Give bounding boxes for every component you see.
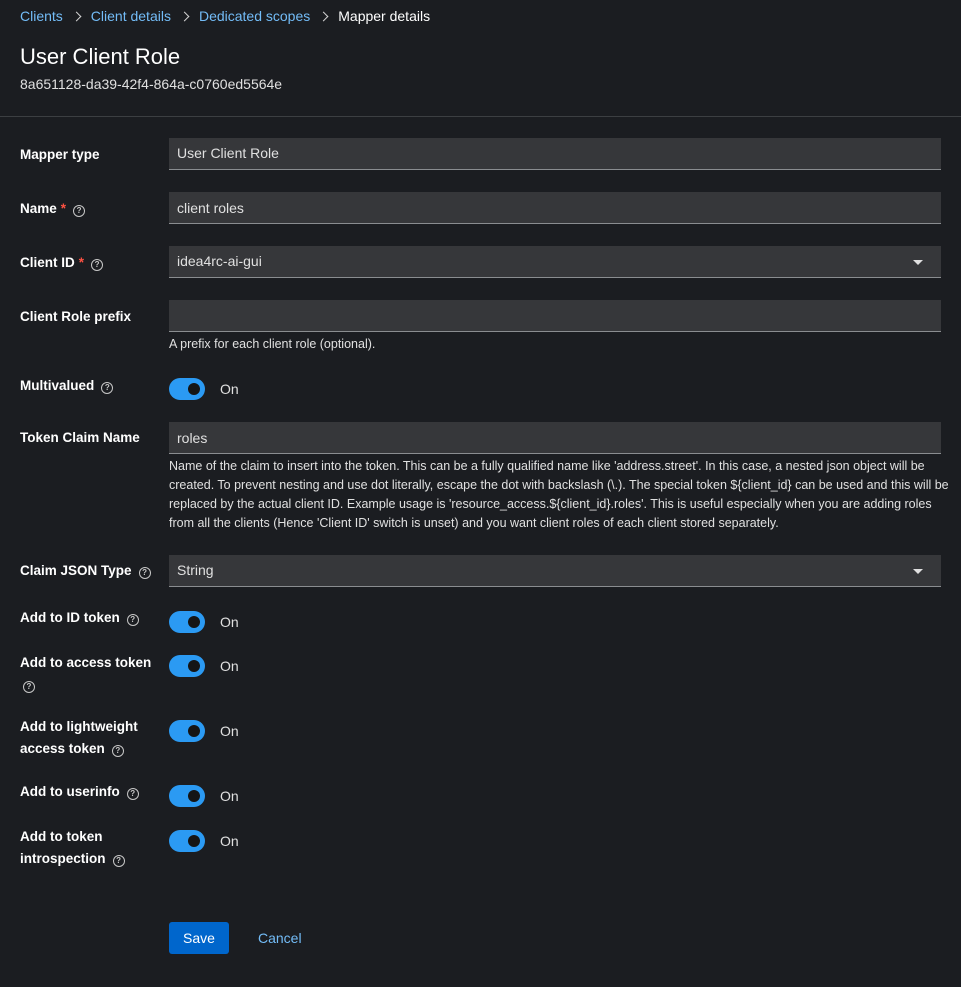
name-label-text: Name (20, 201, 57, 216)
multivalued-state: On (220, 381, 239, 397)
add-to-userinfo-state: On (220, 788, 239, 804)
breadcrumb: Clients Client details Dedicated scopes … (20, 7, 430, 25)
add-to-id-token-label: Add to ID token (20, 607, 139, 629)
multivalued-switch-group: On (169, 378, 239, 400)
add-to-token-introspection-label: Add to token introspection (20, 826, 125, 870)
add-to-lightweight-label-line2: access token (20, 741, 105, 756)
add-to-id-token-state: On (220, 614, 239, 630)
switch-knob (188, 660, 200, 672)
add-to-lightweight-label-line1: Add to lightweight (20, 719, 138, 734)
required-marker: * (78, 255, 85, 270)
switch-knob (188, 616, 200, 628)
client-id-value: idea4rc-ai-gui (177, 253, 262, 269)
mapper-type-label-text: Mapper type (20, 147, 100, 162)
add-to-lightweight-access-token-state: On (220, 723, 239, 739)
add-to-lightweight-access-token-switch[interactable] (169, 720, 205, 742)
page-subtitle-id: 8a651128-da39-42f4-864a-c0760ed5564e (20, 76, 283, 92)
client-role-prefix-label: Client Role prefix (20, 306, 131, 328)
add-to-access-token-switch[interactable] (169, 655, 205, 677)
cancel-button[interactable]: Cancel (258, 922, 302, 954)
breadcrumb-link-client-details[interactable]: Client details (91, 8, 171, 24)
switch-knob (188, 383, 200, 395)
switch-knob (188, 725, 200, 737)
mapper-type-value: User Client Role (177, 145, 279, 161)
help-icon[interactable] (138, 567, 151, 579)
token-claim-name-label-text: Token Claim Name (20, 430, 140, 445)
claim-json-type-label: Claim JSON Type (20, 560, 151, 582)
add-to-userinfo-switch[interactable] (169, 785, 205, 807)
help-icon[interactable] (91, 259, 104, 271)
add-to-token-introspection-switch[interactable] (169, 830, 205, 852)
help-icon[interactable] (73, 205, 86, 217)
client-role-prefix-helper: A prefix for each client role (optional)… (169, 337, 376, 351)
token-claim-name-helper: Name of the claim to insert into the tok… (169, 459, 949, 530)
claim-json-type-select[interactable]: String (169, 555, 941, 587)
claim-json-type-label-text: Claim JSON Type (20, 563, 132, 578)
chevron-right-icon (179, 11, 190, 21)
add-to-token-introspection-switch-group: On (169, 830, 239, 852)
chevron-right-icon (318, 11, 329, 21)
name-label: Name * (20, 198, 86, 220)
save-button[interactable]: Save (169, 922, 229, 954)
token-claim-name-label: Token Claim Name (20, 427, 140, 449)
help-icon[interactable] (126, 788, 139, 800)
add-to-token-introspection-state: On (220, 833, 239, 849)
chevron-right-icon (71, 11, 82, 21)
add-to-token-introspection-label-line1: Add to token (20, 829, 103, 844)
mapper-type-field: User Client Role (169, 138, 941, 170)
token-claim-name-input[interactable] (169, 422, 941, 454)
caret-down-icon (913, 569, 923, 574)
breadcrumb-current: Mapper details (338, 8, 431, 24)
breadcrumb-link-dedicated-scopes[interactable]: Dedicated scopes (199, 8, 310, 24)
add-to-access-token-state: On (220, 658, 239, 674)
help-icon[interactable] (112, 855, 125, 867)
help-icon[interactable] (111, 745, 124, 757)
add-to-id-token-switch-group: On (169, 611, 239, 633)
help-icon[interactable] (23, 681, 35, 693)
multivalued-label-text: Multivalued (20, 378, 95, 393)
header-divider (0, 116, 961, 117)
client-id-label: Client ID * (20, 252, 104, 274)
add-to-userinfo-label-text: Add to userinfo (20, 784, 120, 799)
name-input[interactable] (169, 192, 941, 224)
required-marker: * (60, 201, 67, 216)
add-to-userinfo-label: Add to userinfo (20, 781, 139, 803)
add-to-access-token-switch-group: On (169, 655, 239, 677)
add-to-lightweight-access-token-label: Add to lightweight access token (20, 716, 138, 760)
client-role-prefix-input[interactable] (169, 300, 941, 332)
help-icon[interactable] (126, 614, 139, 626)
client-id-label-text: Client ID (20, 255, 75, 270)
client-id-select[interactable]: idea4rc-ai-gui (169, 246, 941, 278)
multivalued-switch[interactable] (169, 378, 205, 400)
add-to-access-token-label-text: Add to access token (20, 655, 152, 670)
switch-knob (188, 790, 200, 802)
client-role-prefix-label-text: Client Role prefix (20, 309, 132, 324)
multivalued-label: Multivalued (20, 375, 114, 397)
switch-knob (188, 835, 200, 847)
mapper-type-label: Mapper type (20, 144, 100, 166)
page-title: User Client Role (20, 44, 181, 69)
caret-down-icon (913, 260, 923, 265)
add-to-id-token-label-text: Add to ID token (20, 610, 120, 625)
breadcrumb-link-clients[interactable]: Clients (20, 8, 63, 24)
add-to-id-token-switch[interactable] (169, 611, 205, 633)
add-to-userinfo-switch-group: On (169, 785, 239, 807)
add-to-access-token-label: Add to access token (20, 652, 151, 696)
claim-json-type-value: String (177, 562, 214, 578)
add-to-token-introspection-label-line2: introspection (20, 851, 106, 866)
help-icon[interactable] (101, 382, 114, 394)
add-to-lightweight-access-token-switch-group: On (169, 720, 239, 742)
